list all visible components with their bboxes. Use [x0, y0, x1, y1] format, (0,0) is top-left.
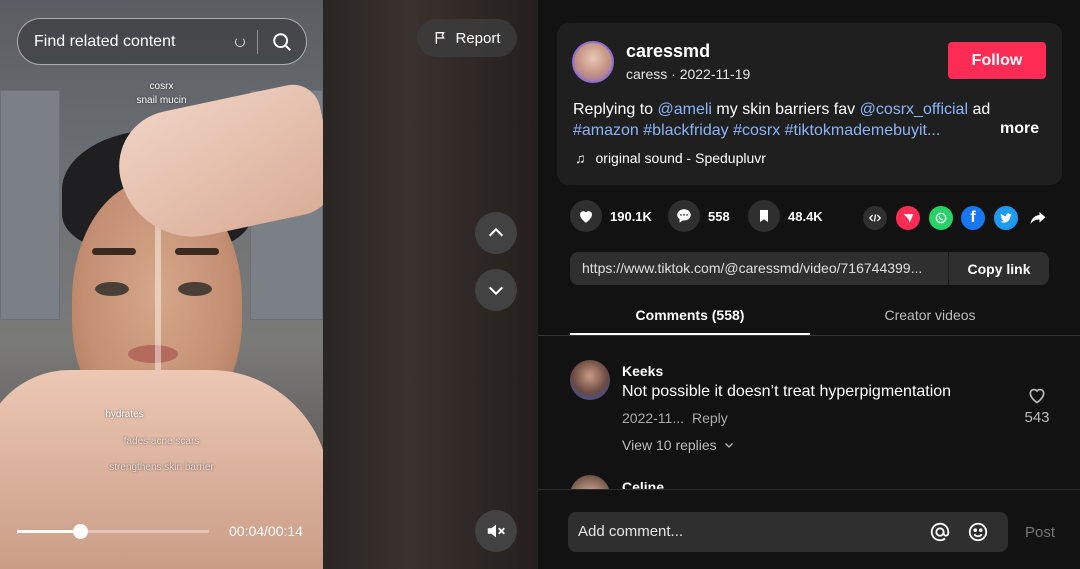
comment-icon	[668, 200, 700, 232]
view-replies-button[interactable]: View 10 replies	[622, 437, 735, 453]
report-button[interactable]: Report	[417, 19, 517, 57]
separator-dot: ·	[671, 66, 680, 82]
mention-icon[interactable]	[929, 521, 951, 543]
comment-date: 2022-11...	[622, 410, 685, 426]
post-subline: caress · 2022-11-19	[626, 66, 750, 82]
video-time: 00:04/00:14	[229, 523, 303, 539]
comment-button[interactable]: 558	[668, 200, 730, 232]
mute-button[interactable]	[475, 510, 517, 552]
share-link-box: https://www.tiktok.com/@caressmd/video/7…	[570, 252, 1049, 285]
post-info-card: caressmd caress · 2022-11-19 Follow Repl…	[557, 23, 1062, 185]
comment-text: Not possible it doesn’t treat hyperpigme…	[622, 383, 952, 400]
post-button[interactable]: Post	[1025, 524, 1055, 541]
save-button[interactable]: 48.4K	[748, 200, 823, 232]
search-icon	[273, 32, 291, 51]
whatsapp-icon[interactable]	[929, 206, 953, 230]
hashtag-links[interactable]: #amazon #blackfriday #cosrx #tiktokmadem…	[573, 122, 940, 139]
description-text: Replying to	[573, 101, 658, 118]
follow-button[interactable]: Follow	[948, 42, 1046, 79]
embed-icon[interactable]	[863, 206, 887, 230]
video-caption: strengthens skin barrier	[109, 462, 214, 473]
report-label: Report	[455, 29, 501, 47]
video-frame[interactable]: cosrx snail mucin hydrates fades acne sc…	[0, 0, 323, 569]
description-text: ad	[968, 101, 991, 118]
view-replies-label: View 10 replies	[622, 437, 717, 453]
post-date: 2022-11-19	[679, 66, 751, 82]
previous-video-button[interactable]	[475, 212, 517, 254]
comment-author[interactable]: Keeks	[622, 363, 663, 379]
eye	[178, 282, 212, 296]
mention-link[interactable]: @ameli	[658, 101, 712, 118]
comment-like-button[interactable]: 543	[1020, 385, 1054, 426]
chevron-down-icon	[724, 443, 733, 448]
tab-comments[interactable]: Comments (558)	[570, 307, 810, 323]
music-link[interactable]: ♫ original sound - Spedupluvr	[575, 150, 766, 166]
emoji-icon[interactable]	[967, 521, 989, 543]
twitter-icon[interactable]	[994, 206, 1018, 230]
mention-link[interactable]: @cosrx_official	[860, 101, 968, 118]
comment-item: Keeks Not possible it doesn’t treat hype…	[570, 360, 1050, 460]
info-panel: caressmd caress · 2022-11-19 Follow Repl…	[538, 0, 1080, 569]
loading-icon	[235, 36, 245, 47]
comment-count: 558	[708, 208, 730, 224]
chevron-up-icon	[488, 227, 504, 237]
username[interactable]: caressmd	[626, 41, 710, 62]
comment-composer: Add comment... Post	[538, 489, 1080, 569]
post-description: Replying to @ameli my skin barriers fav …	[573, 99, 993, 141]
like-count: 190.1K	[610, 208, 652, 224]
lips	[128, 345, 178, 363]
video-url[interactable]: https://www.tiktok.com/@caressmd/video/7…	[582, 260, 947, 276]
music-title: original sound - Spedupluvr	[595, 150, 766, 166]
search-input[interactable]: Find related content	[34, 33, 235, 51]
avatar[interactable]	[570, 360, 610, 400]
search-button[interactable]	[258, 19, 306, 64]
display-name: caress	[626, 66, 668, 82]
flag-icon	[436, 32, 446, 44]
comment-placeholder: Add comment...	[578, 523, 684, 540]
bookmark-icon	[748, 200, 780, 232]
copy-link-button[interactable]: Copy link	[948, 252, 1049, 285]
video-caption: hydrates	[105, 409, 144, 420]
brow	[175, 248, 219, 255]
dropper	[155, 215, 161, 395]
more-button[interactable]: more	[1000, 120, 1039, 138]
heart-outline-icon	[1029, 388, 1045, 404]
progress-fill	[17, 530, 81, 533]
video-caption: fades acne scars	[123, 436, 200, 447]
divider	[538, 335, 1080, 336]
progress-bar[interactable]	[17, 524, 209, 539]
next-video-button[interactable]	[475, 269, 517, 311]
brow	[92, 248, 136, 255]
eye	[95, 282, 129, 296]
comment-input[interactable]: Add comment...	[568, 512, 1008, 552]
chevron-down-icon	[488, 286, 504, 296]
background-wall	[0, 90, 60, 320]
video-caption: snail mucin	[136, 95, 187, 106]
save-count: 48.4K	[788, 208, 823, 224]
facebook-icon[interactable]: f	[961, 206, 985, 230]
music-note-icon: ♫	[575, 150, 586, 166]
comment-like-count: 543	[1024, 409, 1050, 426]
reply-button[interactable]: Reply	[692, 410, 728, 426]
video-player[interactable]: cosrx snail mucin hydrates fades acne sc…	[0, 0, 538, 569]
description-text: my skin barriers fav	[711, 101, 860, 118]
search-bar[interactable]: Find related content	[17, 18, 307, 65]
volume-muted-icon	[487, 524, 505, 538]
send-icon[interactable]	[896, 206, 920, 230]
like-button[interactable]: 190.1K	[570, 200, 652, 232]
video-caption: cosrx	[149, 81, 174, 92]
heart-icon	[570, 200, 602, 232]
share-arrow-icon[interactable]	[1026, 206, 1050, 230]
avatar[interactable]	[572, 41, 614, 83]
tab-creator-videos[interactable]: Creator videos	[810, 307, 1050, 323]
